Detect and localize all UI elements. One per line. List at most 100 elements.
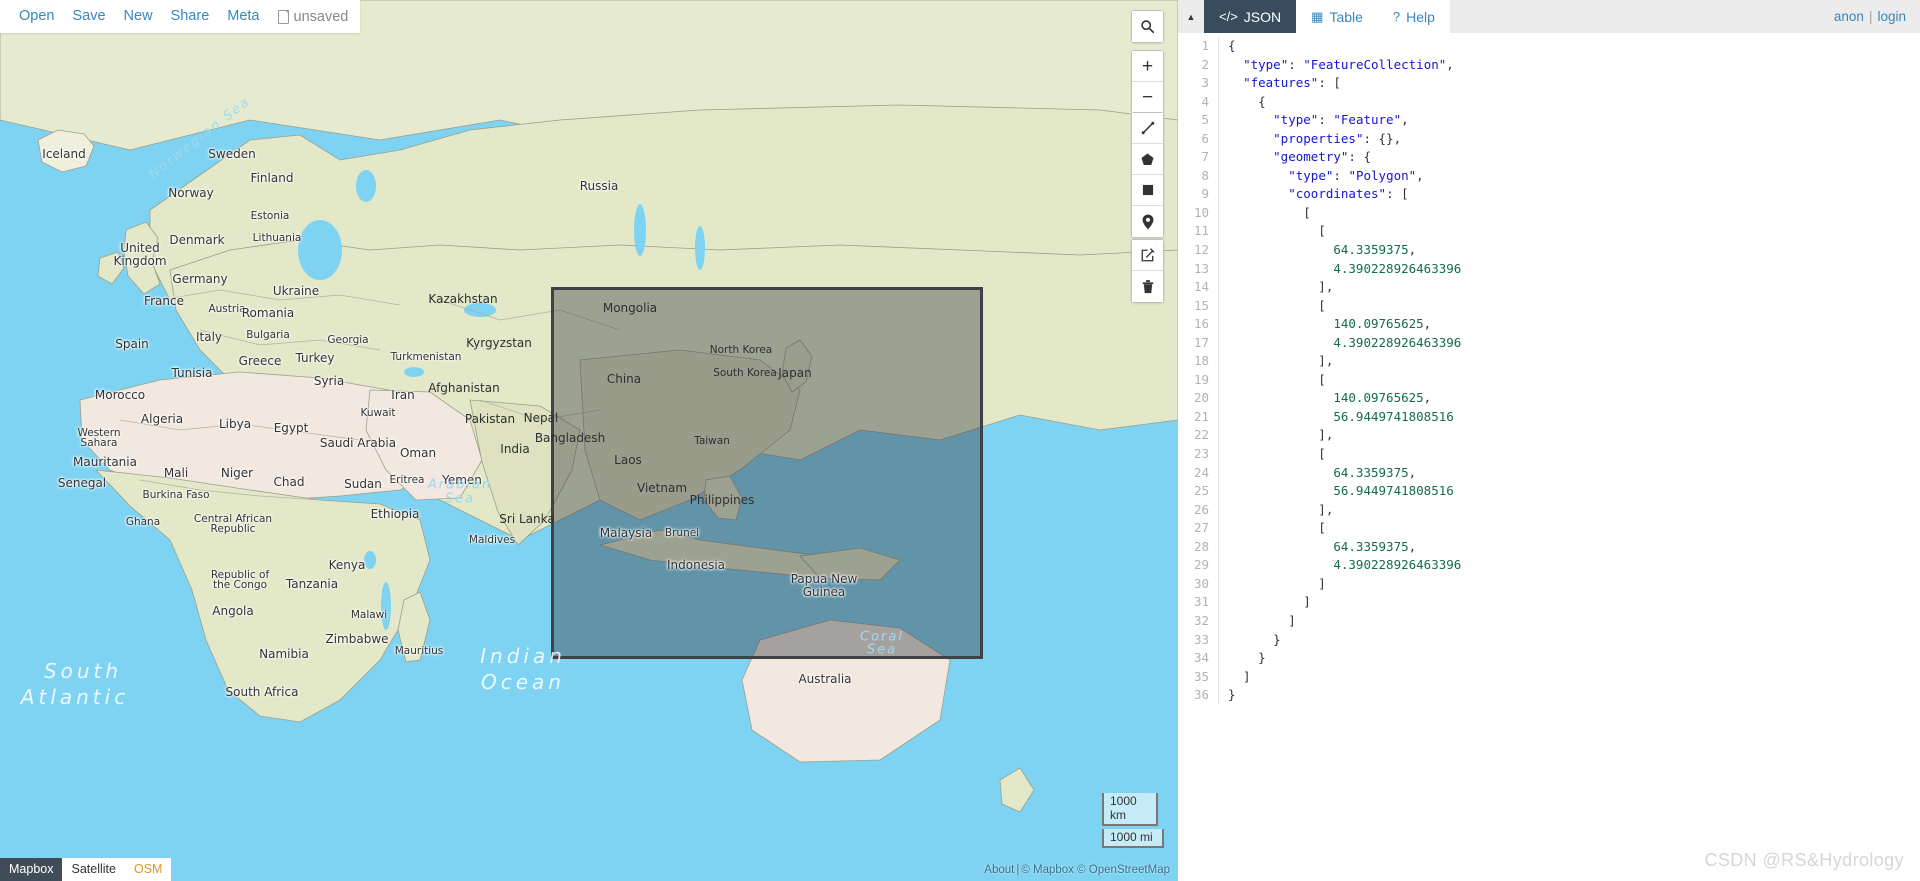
code-line[interactable]: 31 ] [1178,593,1920,612]
code-line[interactable]: 3 "features": [ [1178,74,1920,93]
code-text[interactable]: ], [1218,426,1920,446]
code-text[interactable]: ], [1218,278,1920,297]
code-line[interactable]: 32 ] [1178,611,1920,631]
code-line[interactable]: 12 64.3359375, [1178,241,1920,260]
code-line[interactable]: 26 ], [1178,500,1920,520]
tab-help[interactable]: ? Help [1377,0,1450,33]
code-text[interactable]: 56.9449741808516 [1218,407,1920,427]
code-text[interactable]: { [1218,37,1920,56]
menu-share[interactable]: Share [162,0,219,33]
code-text[interactable]: [ [1218,222,1920,242]
tab-table[interactable]: ▦ Table [1296,0,1378,33]
code-line[interactable]: 21 56.9449741808516 [1178,407,1920,427]
code-line[interactable]: 33 } [1178,630,1920,650]
code-text[interactable]: "features": [ [1218,74,1920,93]
code-text[interactable]: "type": "Polygon", [1218,166,1920,186]
zoom-in-button[interactable]: + [1132,51,1163,82]
rectangle-icon[interactable] [1132,175,1163,206]
user-name[interactable]: anon [1834,9,1864,24]
code-text[interactable]: 4.390228926463396 [1218,333,1920,353]
code-line[interactable]: 8 "type": "Polygon", [1178,166,1920,186]
code-text[interactable]: } [1218,649,1920,668]
code-text[interactable]: "type": "Feature", [1218,111,1920,130]
menu-new[interactable]: New [115,0,162,33]
tab-json[interactable]: </> JSON [1204,0,1297,33]
code-text[interactable]: ], [1218,500,1920,520]
code-line[interactable]: 23 [ [1178,445,1920,464]
about-link[interactable]: About [984,864,1014,876]
collapse-panel-icon[interactable]: ▲ [1178,0,1204,33]
menu-meta[interactable]: Meta [218,0,268,33]
json-editor[interactable]: 1{2 "type": "FeatureCollection", 3 "featu… [1178,33,1920,881]
code-text[interactable]: 56.9449741808516 [1218,482,1920,501]
map-draw-tools[interactable] [1131,112,1164,238]
code-text[interactable]: "type": "FeatureCollection", [1218,55,1920,75]
code-text[interactable]: "properties": {}, [1218,129,1920,149]
code-text[interactable]: [ [1218,519,1920,538]
osm-attribution-link[interactable]: © OpenStreetMap [1077,864,1170,876]
code-text[interactable]: [ [1218,296,1920,316]
code-line[interactable]: 7 "geometry": { [1178,148,1920,167]
code-text[interactable]: [ [1218,203,1920,223]
code-line[interactable]: 19 [ [1178,370,1920,390]
code-text[interactable]: ] [1218,667,1920,687]
line-icon[interactable] [1132,113,1163,144]
code-line[interactable]: 35 ] [1178,667,1920,687]
code-text[interactable]: } [1218,630,1920,650]
code-line[interactable]: 2 "type": "FeatureCollection", [1178,55,1920,75]
code-line[interactable]: 11 [ [1178,222,1920,242]
code-text[interactable]: 4.390228926463396 [1218,556,1920,575]
marker-icon[interactable] [1132,206,1163,237]
login-link[interactable]: login [1877,9,1906,24]
code-text[interactable]: 140.09765625, [1218,389,1920,408]
code-text[interactable]: "geometry": { [1218,148,1920,167]
code-line[interactable]: 1{ [1178,37,1920,56]
trash-icon[interactable] [1132,271,1163,302]
code-text[interactable]: 140.09765625, [1218,315,1920,334]
code-text[interactable]: 4.390228926463396 [1218,259,1920,279]
code-line[interactable]: 9 "coordinates": [ [1178,185,1920,204]
map-edit-tools[interactable] [1131,239,1164,303]
code-text[interactable]: [ [1218,370,1920,390]
code-line[interactable]: 20 140.09765625, [1178,389,1920,408]
mapbox-attribution-link[interactable]: © Mapbox [1021,864,1074,876]
selection-rectangle[interactable] [551,287,983,659]
code-text[interactable]: { [1218,92,1920,112]
menu-open[interactable]: Open [10,0,63,33]
layer-mapbox[interactable]: Mapbox [0,858,63,881]
code-text[interactable]: 64.3359375, [1218,537,1920,557]
code-line[interactable]: 30 ] [1178,574,1920,594]
code-line[interactable]: 36} [1178,686,1920,705]
code-line[interactable]: 28 64.3359375, [1178,537,1920,557]
polygon-icon[interactable] [1132,144,1163,175]
code-text[interactable]: ] [1218,574,1920,594]
code-text[interactable]: } [1218,686,1920,705]
code-line[interactable]: 18 ], [1178,352,1920,371]
map-search-control[interactable] [1131,10,1164,43]
layer-switcher[interactable]: Mapbox Satellite OSM [0,858,172,881]
code-line[interactable]: 13 4.390228926463396 [1178,259,1920,279]
code-text[interactable]: 64.3359375, [1218,463,1920,483]
code-line[interactable]: 17 4.390228926463396 [1178,333,1920,353]
layer-osm[interactable]: OSM [125,858,171,881]
code-line[interactable]: 6 "properties": {}, [1178,129,1920,149]
zoom-out-button[interactable]: − [1132,82,1163,113]
code-line[interactable]: 25 56.9449741808516 [1178,482,1920,501]
code-line[interactable]: 22 ], [1178,426,1920,446]
code-line[interactable]: 27 [ [1178,519,1920,538]
code-text[interactable]: ] [1218,593,1920,612]
code-text[interactable]: 64.3359375, [1218,241,1920,260]
code-line[interactable]: 14 ], [1178,278,1920,297]
search-icon[interactable] [1132,11,1163,42]
code-line[interactable]: 16 140.09765625, [1178,315,1920,334]
menu-save[interactable]: Save [63,0,114,33]
code-line[interactable]: 5 "type": "Feature", [1178,111,1920,130]
code-line[interactable]: 24 64.3359375, [1178,463,1920,483]
code-text[interactable]: "coordinates": [ [1218,185,1920,204]
map-zoom-control[interactable]: + − [1131,50,1164,114]
code-text[interactable]: ] [1218,611,1920,631]
code-line[interactable]: 29 4.390228926463396 [1178,556,1920,575]
code-line[interactable]: 34 } [1178,649,1920,668]
code-text[interactable]: [ [1218,445,1920,464]
layer-satellite[interactable]: Satellite [62,858,124,881]
